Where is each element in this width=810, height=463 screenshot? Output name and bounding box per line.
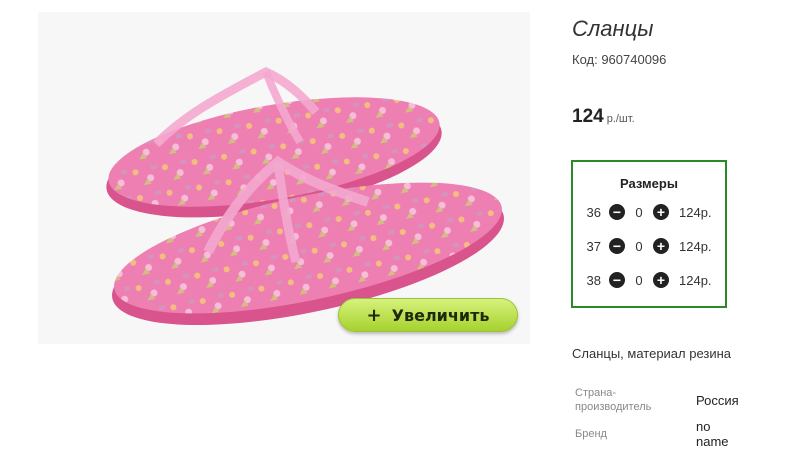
property-label-brand: Бренд xyxy=(575,427,607,441)
value-line: Россия xyxy=(696,393,739,408)
size-row: 37 − 0 + 124р. xyxy=(573,236,725,256)
minus-icon[interactable]: − xyxy=(609,238,625,254)
minus-icon[interactable]: − xyxy=(609,204,625,220)
zoom-button-label: Увеличить xyxy=(391,305,490,325)
flip-flops-illustration xyxy=(106,66,504,325)
size-row: 38 − 0 + 124р. xyxy=(573,270,725,290)
sizes-heading: Размеры xyxy=(620,176,678,191)
size-price: 124р. xyxy=(679,272,712,288)
property-value-country: Россия xyxy=(696,393,739,408)
size-value: 37 xyxy=(586,238,601,254)
plus-icon: + xyxy=(366,304,382,326)
size-price: 124р. xyxy=(679,238,712,254)
zoom-button[interactable]: + Увеличить xyxy=(338,298,518,332)
size-price: 124р. xyxy=(679,204,712,220)
property-value-brand: no name xyxy=(696,419,729,449)
label-line: Страна- xyxy=(575,387,617,399)
quantity-value: 0 xyxy=(635,238,643,254)
quantity-value: 0 xyxy=(635,272,643,288)
size-row: 36 − 0 + 124р. xyxy=(573,202,725,222)
sizes-panel: Размеры 36 − 0 + 124р. 37 − 0 + 124р. 38… xyxy=(571,160,727,308)
product-code: Код: 960740096 xyxy=(572,52,667,67)
minus-icon[interactable]: − xyxy=(609,272,625,288)
product-description: Сланцы, материал резина xyxy=(572,346,732,361)
size-value: 36 xyxy=(586,204,601,220)
quantity-value: 0 xyxy=(635,204,643,220)
property-label-country: Страна- производитель xyxy=(575,386,651,414)
product-image[interactable] xyxy=(38,12,530,344)
plus-icon[interactable]: + xyxy=(653,238,669,254)
label-line: производитель xyxy=(575,401,652,413)
product-title: Сланцы xyxy=(572,16,654,41)
size-value: 38 xyxy=(586,272,601,288)
plus-icon[interactable]: + xyxy=(653,204,669,220)
value-line: no xyxy=(696,419,711,434)
value-line: name xyxy=(696,434,729,449)
price-value: 124 xyxy=(572,106,604,127)
price-unit: р./шт. xyxy=(606,113,635,125)
product-price: 124 р./шт. xyxy=(572,106,635,128)
label-line: Бренд xyxy=(575,428,607,440)
plus-icon[interactable]: + xyxy=(653,272,669,288)
